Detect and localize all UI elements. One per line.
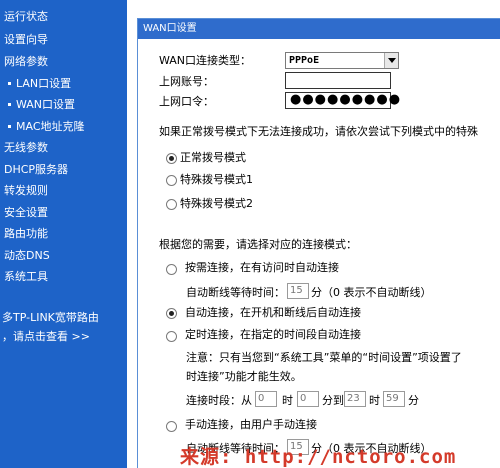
period-hour-label-2: 时 bbox=[369, 394, 380, 407]
bullet-icon bbox=[8, 124, 11, 128]
password-label: 上网口令： bbox=[159, 95, 214, 108]
connect-timed-label: 定时连接，在指定的时间段自动连接 bbox=[185, 328, 361, 341]
sidebar-nav: 运行状态 设置向导 网络参数 LAN口设置 WAN口设置 MAC地址克隆 无线参… bbox=[0, 0, 127, 468]
timed-note-line2: 时连接”功能才能生效。 bbox=[186, 370, 302, 383]
idle-time-input-1[interactable]: 15 bbox=[287, 283, 309, 299]
connection-type-value: PPPoE bbox=[289, 55, 320, 66]
sidebar-item-wizard[interactable]: 设置向导 bbox=[4, 33, 48, 47]
sidebar-item-forwarding[interactable]: 转发规则 bbox=[4, 184, 48, 198]
sidebar-item-mac-clone[interactable]: MAC地址克隆 bbox=[8, 120, 85, 134]
connect-on-demand-label: 按需连接，在有访问时自动连接 bbox=[185, 261, 339, 274]
idle-time-unit-1: 分（0 表示不自动断线） bbox=[311, 286, 432, 299]
chevron-down-icon bbox=[384, 53, 398, 68]
connect-mode-hint: 根据您的需要，请选择对应的连接模式： bbox=[159, 238, 357, 251]
panel-title: WAN口设置 bbox=[138, 19, 500, 39]
sidebar-item-security[interactable]: 安全设置 bbox=[4, 206, 48, 220]
sidebar-item-status[interactable]: 运行状态 bbox=[4, 10, 48, 24]
sidebar-item-system-tools[interactable]: 系统工具 bbox=[4, 270, 48, 284]
bullet-icon bbox=[8, 81, 11, 85]
dial-mode-normal-label: 正常拨号模式 bbox=[180, 151, 246, 164]
password-input[interactable]: ●●●●●●●●● bbox=[285, 92, 400, 109]
period-to-min-input[interactable]: 59 bbox=[383, 391, 405, 407]
sidebar-item-wan[interactable]: WAN口设置 bbox=[8, 98, 75, 112]
dial-mode-special1-label: 特殊拨号模式1 bbox=[180, 173, 253, 186]
sidebar-item-label: MAC地址克隆 bbox=[16, 120, 85, 133]
sidebar-item-label: WAN口设置 bbox=[16, 98, 76, 111]
bullet-icon bbox=[8, 102, 11, 106]
connection-type-label: WAN口连接类型： bbox=[159, 54, 252, 67]
sidebar-item-lan[interactable]: LAN口设置 bbox=[8, 77, 71, 91]
account-label: 上网账号： bbox=[159, 75, 214, 88]
promo-text[interactable]: 多TP-LINK宽带路由 bbox=[2, 311, 99, 325]
period-to-hour-input[interactable]: 23 bbox=[344, 391, 366, 407]
sidebar-item-routing[interactable]: 路由功能 bbox=[4, 227, 48, 241]
sidebar-item-dhcp[interactable]: DHCP服务器 bbox=[4, 163, 68, 177]
dial-mode-special1-radio[interactable] bbox=[166, 175, 177, 186]
connect-timed-radio[interactable] bbox=[166, 331, 177, 342]
account-input[interactable] bbox=[285, 72, 391, 89]
period-prefix: 连接时段：从 bbox=[186, 394, 252, 407]
period-to-label: 分到 bbox=[322, 394, 344, 407]
sidebar-item-label: LAN口设置 bbox=[16, 77, 72, 90]
sidebar-item-wireless[interactable]: 无线参数 bbox=[4, 141, 48, 155]
dial-mode-normal-radio[interactable] bbox=[166, 153, 177, 164]
dial-mode-special2-label: 特殊拨号模式2 bbox=[180, 197, 253, 210]
connect-auto-label: 自动连接，在开机和断线后自动连接 bbox=[185, 306, 361, 319]
connect-manual-radio[interactable] bbox=[166, 421, 177, 432]
promo-link[interactable]: ，请点击查看 >> bbox=[2, 330, 90, 344]
connect-on-demand-radio[interactable] bbox=[166, 264, 177, 275]
dial-mode-special2-radio[interactable] bbox=[166, 199, 177, 210]
connection-type-select[interactable]: PPPoE bbox=[285, 52, 399, 69]
period-from-hour-input[interactable]: 0 bbox=[255, 391, 277, 407]
period-from-min-input[interactable]: 0 bbox=[297, 391, 319, 407]
period-hour-label-1: 时 bbox=[282, 394, 293, 407]
main-content: WAN口设置 WAN口连接类型： PPPoE 上网账号： 上网口令： ●●●●●… bbox=[127, 0, 500, 468]
source-watermark: 来源: http://nctoro.com bbox=[180, 446, 457, 468]
period-min-label: 分 bbox=[408, 394, 419, 407]
idle-time-label-1: 自动断线等待时间： bbox=[186, 286, 285, 299]
sidebar-item-network[interactable]: 网络参数 bbox=[4, 55, 48, 69]
sidebar-item-ddns[interactable]: 动态DNS bbox=[4, 249, 50, 263]
wan-settings-panel: WAN口设置 WAN口连接类型： PPPoE 上网账号： 上网口令： ●●●●●… bbox=[137, 18, 500, 468]
connect-auto-radio[interactable] bbox=[166, 308, 177, 319]
connect-manual-label: 手动连接，由用户手动连接 bbox=[185, 418, 317, 431]
dial-hint-text: 如果正常拨号模式下无法连接成功，请依次尝试下列模式中的特殊 bbox=[159, 125, 478, 138]
timed-note-line1: 注意：只有当您到“系统工具”菜单的“时间设置”项设置了 bbox=[186, 351, 462, 364]
